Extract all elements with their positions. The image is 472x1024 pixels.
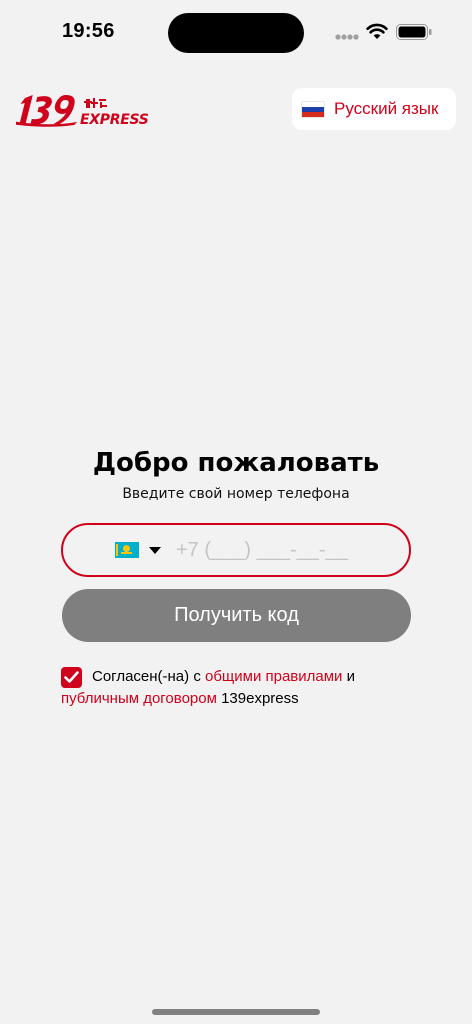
home-indicator <box>152 1009 320 1015</box>
agreement-text-before: Согласен(-на) с <box>92 668 205 685</box>
status-time: 19:56 <box>62 20 115 42</box>
agreement-text-middle: и <box>342 668 355 685</box>
russia-flag-icon <box>302 101 324 117</box>
language-selector-button[interactable]: Русский язык <box>292 88 456 130</box>
country-code-selector[interactable] <box>115 539 161 561</box>
page-subtitle: Введите свой номер телефона <box>122 486 350 502</box>
wifi-icon <box>366 23 388 39</box>
status-bar: 19:56 <box>0 0 472 60</box>
chevron-down-icon <box>149 546 161 554</box>
agreement-text: Согласен(-на) с общими правилами и публи… <box>61 666 421 710</box>
page-title: Добро пожаловать <box>92 448 380 478</box>
language-label: Русский язык <box>334 99 439 118</box>
general-rules-link[interactable]: общими правилами <box>205 668 342 685</box>
cellular-signal-icon <box>335 34 359 40</box>
get-code-button[interactable]: Получить код <box>62 589 411 642</box>
agreement-text-after: 139express <box>216 690 299 707</box>
phone-field <box>61 523 411 577</box>
phone-number-input[interactable] <box>176 535 376 565</box>
139-express-logo: EXPRESS <box>16 95 149 128</box>
svg-text:EXPRESS: EXPRESS <box>80 112 149 128</box>
kazakhstan-flag-icon <box>115 542 139 558</box>
dynamic-island <box>168 13 304 53</box>
battery-icon <box>396 24 432 40</box>
public-contract-link[interactable]: публичным договором <box>61 690 217 707</box>
